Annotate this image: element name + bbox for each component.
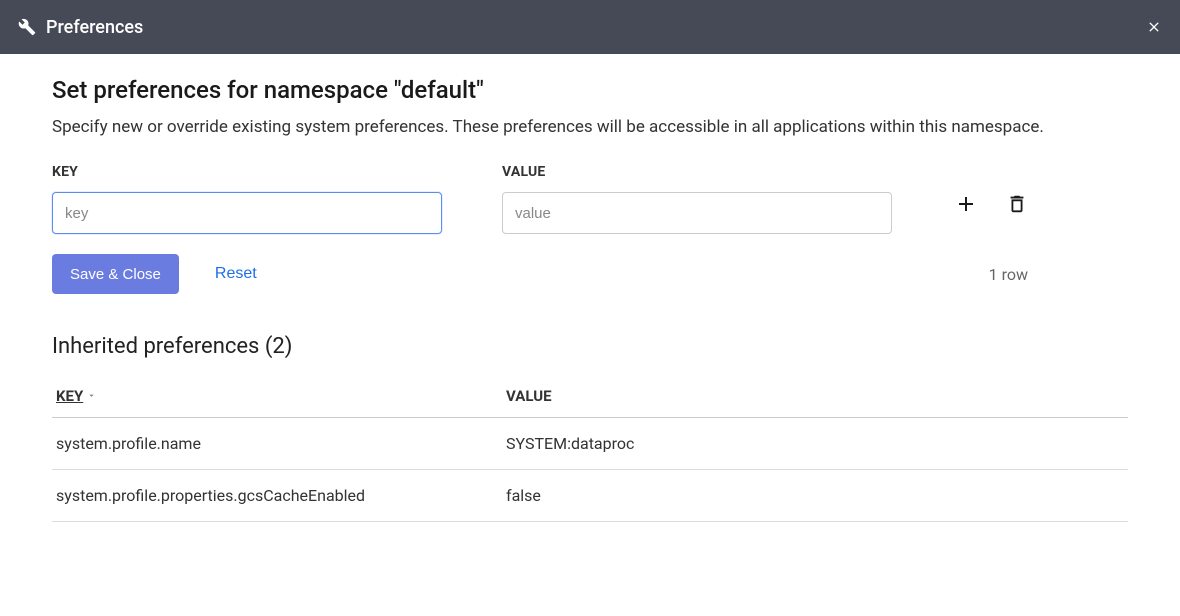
page-description: Specify new or override existing system … bbox=[52, 114, 1102, 140]
inherited-value-cell: SYSTEM:dataproc bbox=[502, 418, 1128, 470]
button-row: Save & Close Reset 1 row bbox=[52, 254, 1128, 294]
inherited-key-label: KEY bbox=[56, 387, 83, 405]
save-button[interactable]: Save & Close bbox=[52, 254, 179, 294]
value-label: VALUE bbox=[502, 164, 892, 180]
row-count: 1 row bbox=[989, 265, 1128, 284]
modal-content: Set preferences for namespace "default" … bbox=[0, 54, 1180, 522]
value-input[interactable] bbox=[502, 192, 892, 234]
modal-header-left: Preferences bbox=[18, 17, 143, 38]
page-title: Set preferences for namespace "default" bbox=[52, 76, 1128, 104]
close-button[interactable] bbox=[1146, 19, 1162, 35]
value-column: VALUE bbox=[502, 164, 892, 234]
inherited-header-value: VALUE bbox=[502, 377, 1128, 418]
row-actions bbox=[892, 164, 1128, 216]
inherited-key-cell: system.profile.properties.gcsCacheEnable… bbox=[52, 470, 502, 522]
reset-button[interactable]: Reset bbox=[215, 265, 257, 283]
delete-row-button[interactable] bbox=[1006, 193, 1028, 215]
preference-form-row: KEY VALUE bbox=[52, 164, 1128, 234]
inherited-header-key[interactable]: KEY bbox=[52, 377, 502, 418]
key-column: KEY bbox=[52, 164, 442, 234]
sort-desc-icon bbox=[86, 387, 97, 405]
inherited-table: KEY VALUE system.profile.name SYSTEM:dat… bbox=[52, 377, 1128, 522]
table-row: system.profile.name SYSTEM:dataproc bbox=[52, 418, 1128, 470]
table-row: system.profile.properties.gcsCacheEnable… bbox=[52, 470, 1128, 522]
modal-header: Preferences bbox=[0, 0, 1180, 54]
inherited-value-cell: false bbox=[502, 470, 1128, 522]
inherited-key-cell: system.profile.name bbox=[52, 418, 502, 470]
modal-title: Preferences bbox=[46, 17, 143, 38]
add-row-button[interactable] bbox=[954, 192, 978, 216]
key-input[interactable] bbox=[52, 192, 442, 234]
wrench-icon bbox=[18, 18, 36, 36]
inherited-title: Inherited preferences (2) bbox=[52, 334, 1128, 359]
key-label: KEY bbox=[52, 164, 442, 180]
